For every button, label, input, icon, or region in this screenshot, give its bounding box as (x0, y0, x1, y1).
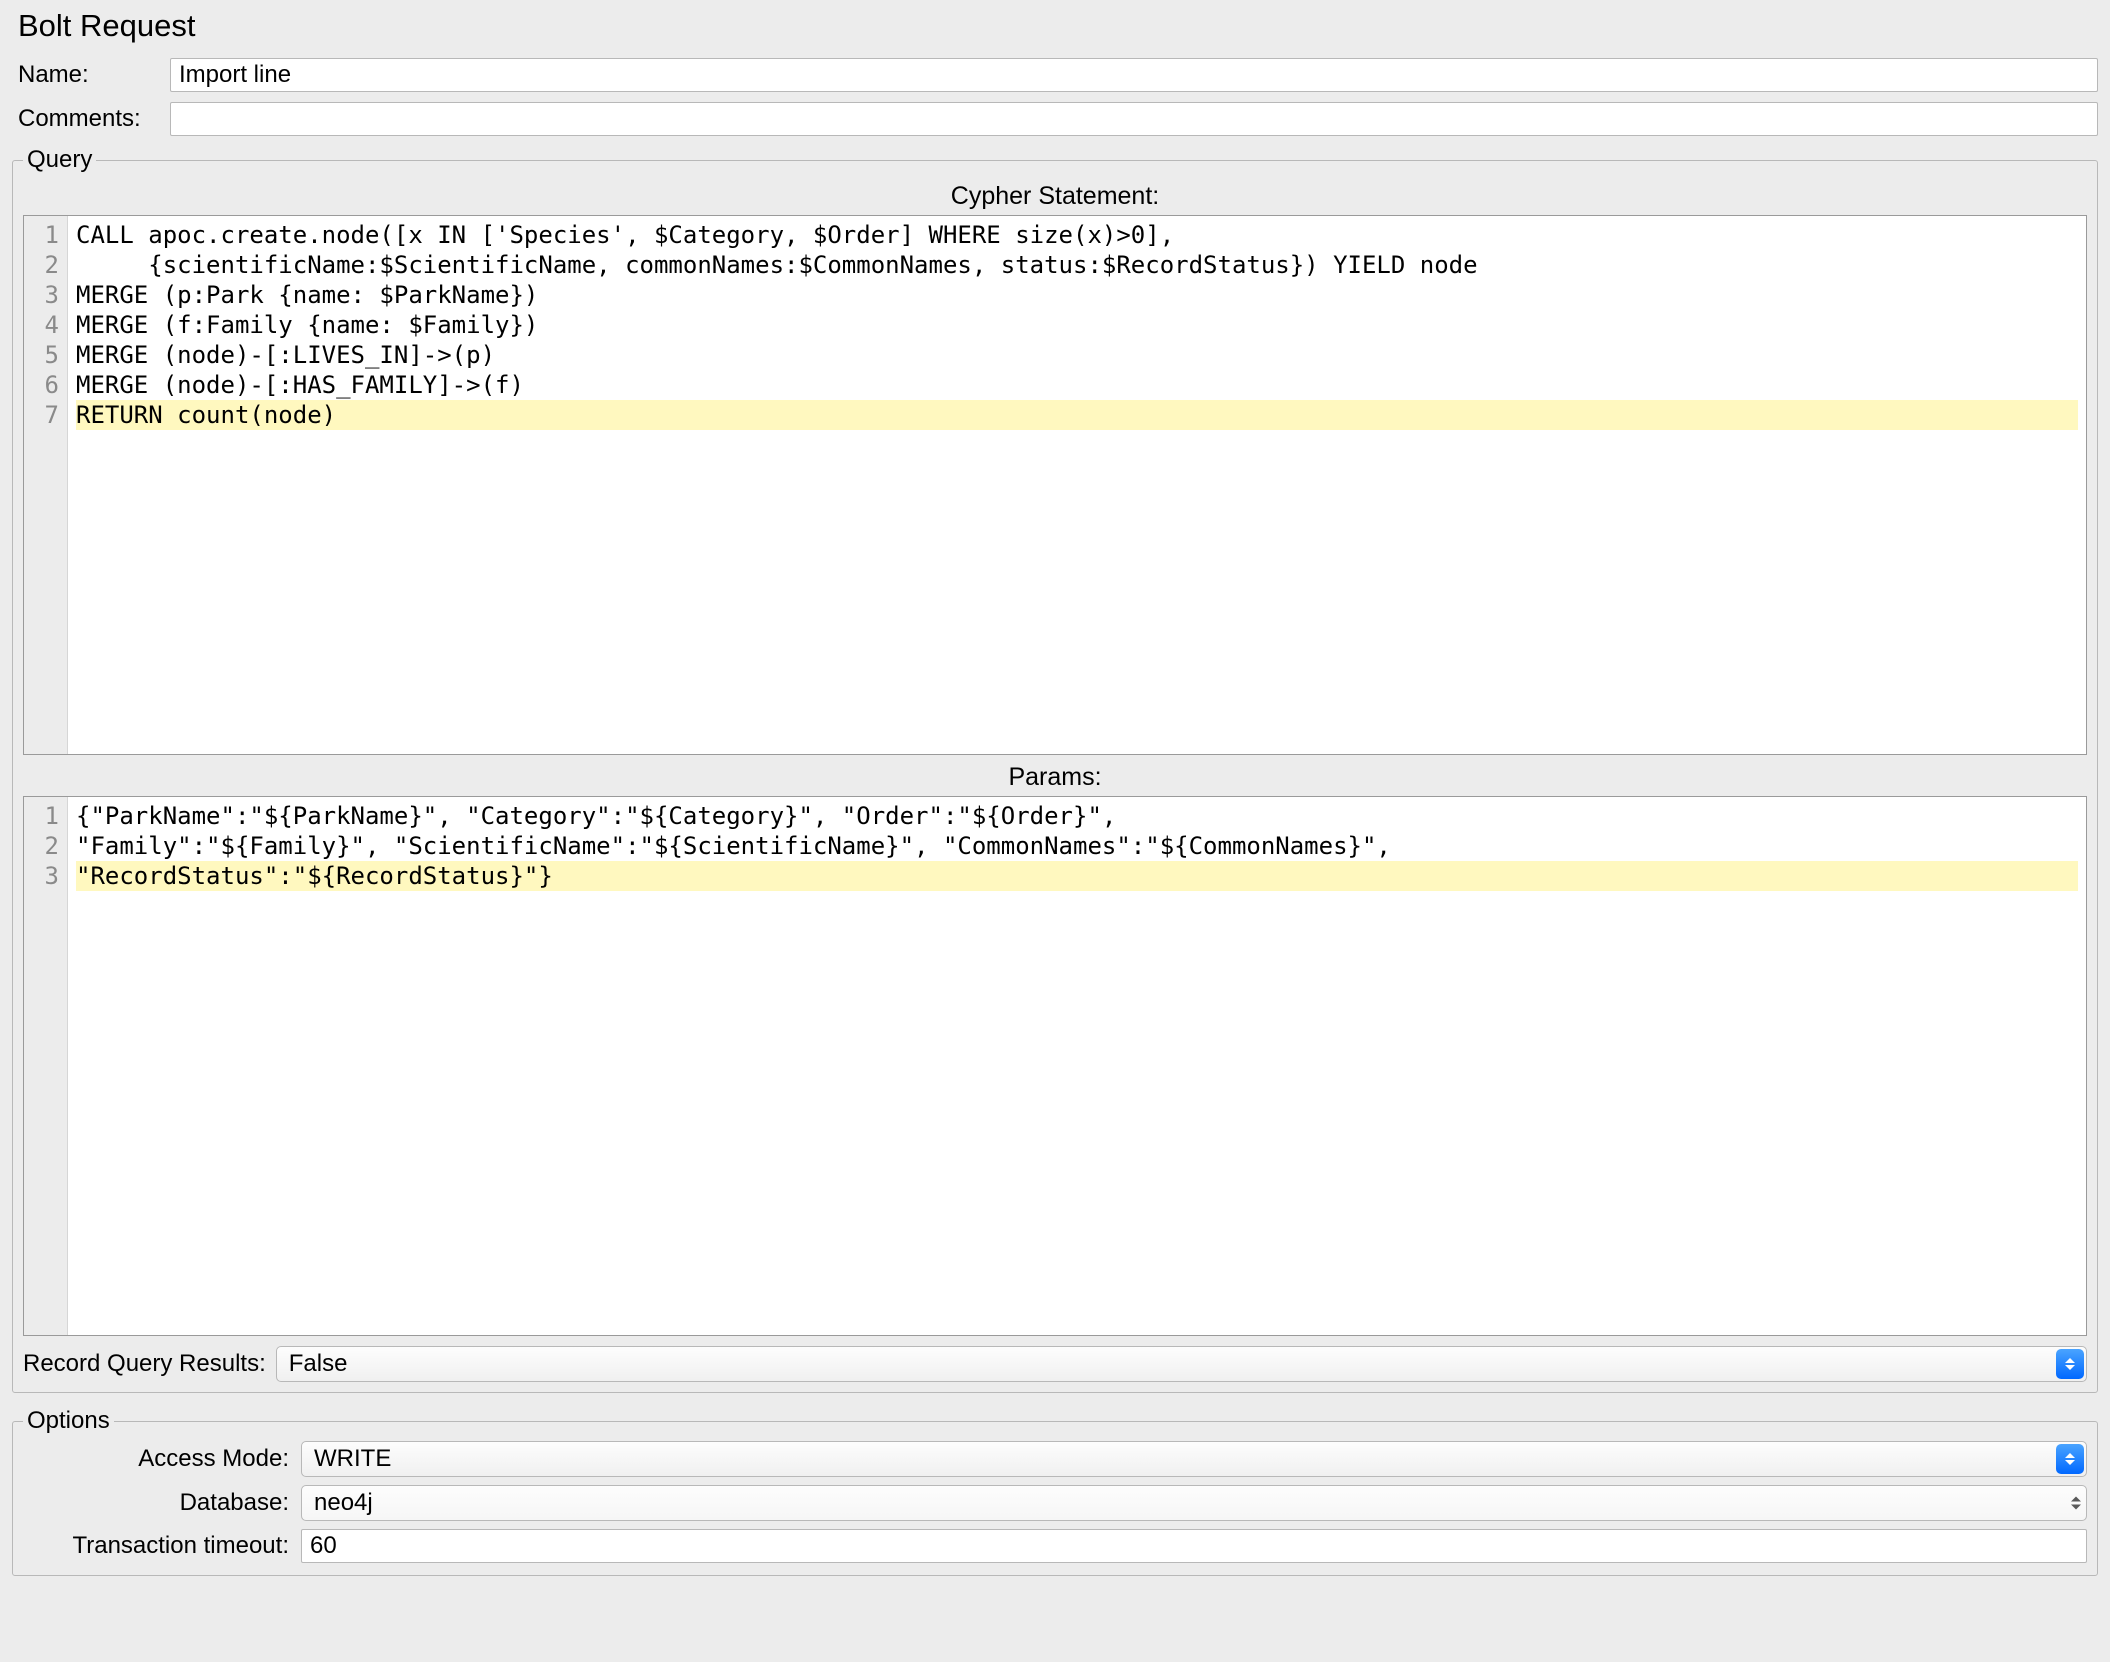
access-mode-value: WRITE (314, 1445, 391, 1473)
record-query-results-label: Record Query Results: (23, 1350, 266, 1378)
name-input[interactable] (170, 58, 2098, 92)
cypher-editor[interactable]: 1234567 CALL apoc.create.node([x IN ['Sp… (23, 215, 2087, 755)
transaction-timeout-input[interactable] (301, 1529, 2087, 1563)
comments-label: Comments: (12, 105, 170, 133)
database-value: neo4j (314, 1489, 373, 1517)
name-label: Name: (12, 61, 170, 89)
transaction-timeout-label: Transaction timeout: (23, 1532, 293, 1560)
record-query-results-value: False (289, 1350, 348, 1378)
cypher-statement-label: Cypher Statement: (23, 182, 2087, 211)
database-label: Database: (23, 1489, 293, 1517)
cypher-body[interactable]: CALL apoc.create.node([x IN ['Species', … (68, 216, 2086, 754)
dropdown-icon (2056, 1444, 2084, 1474)
panel-title: Bolt Request (18, 8, 2098, 44)
database-spinner[interactable]: neo4j (301, 1485, 2087, 1521)
query-group: Query Cypher Statement: 1234567 CALL apo… (12, 146, 2098, 1393)
params-body[interactable]: {"ParkName":"${ParkName}", "Category":"$… (68, 797, 2086, 1335)
options-group: Options Access Mode: WRITE Database: neo… (12, 1407, 2098, 1576)
cypher-gutter: 1234567 (24, 216, 68, 754)
access-mode-label: Access Mode: (23, 1445, 293, 1473)
params-gutter: 123 (24, 797, 68, 1335)
record-query-results-select[interactable]: False (276, 1346, 2087, 1382)
query-legend: Query (23, 146, 96, 174)
access-mode-select[interactable]: WRITE (301, 1441, 2087, 1477)
params-editor[interactable]: 123 {"ParkName":"${ParkName}", "Category… (23, 796, 2087, 1336)
stepper-icon (2071, 1497, 2081, 1510)
dropdown-icon (2056, 1349, 2084, 1379)
comments-input[interactable] (170, 102, 2098, 136)
params-label: Params: (23, 763, 2087, 792)
options-legend: Options (23, 1407, 114, 1435)
